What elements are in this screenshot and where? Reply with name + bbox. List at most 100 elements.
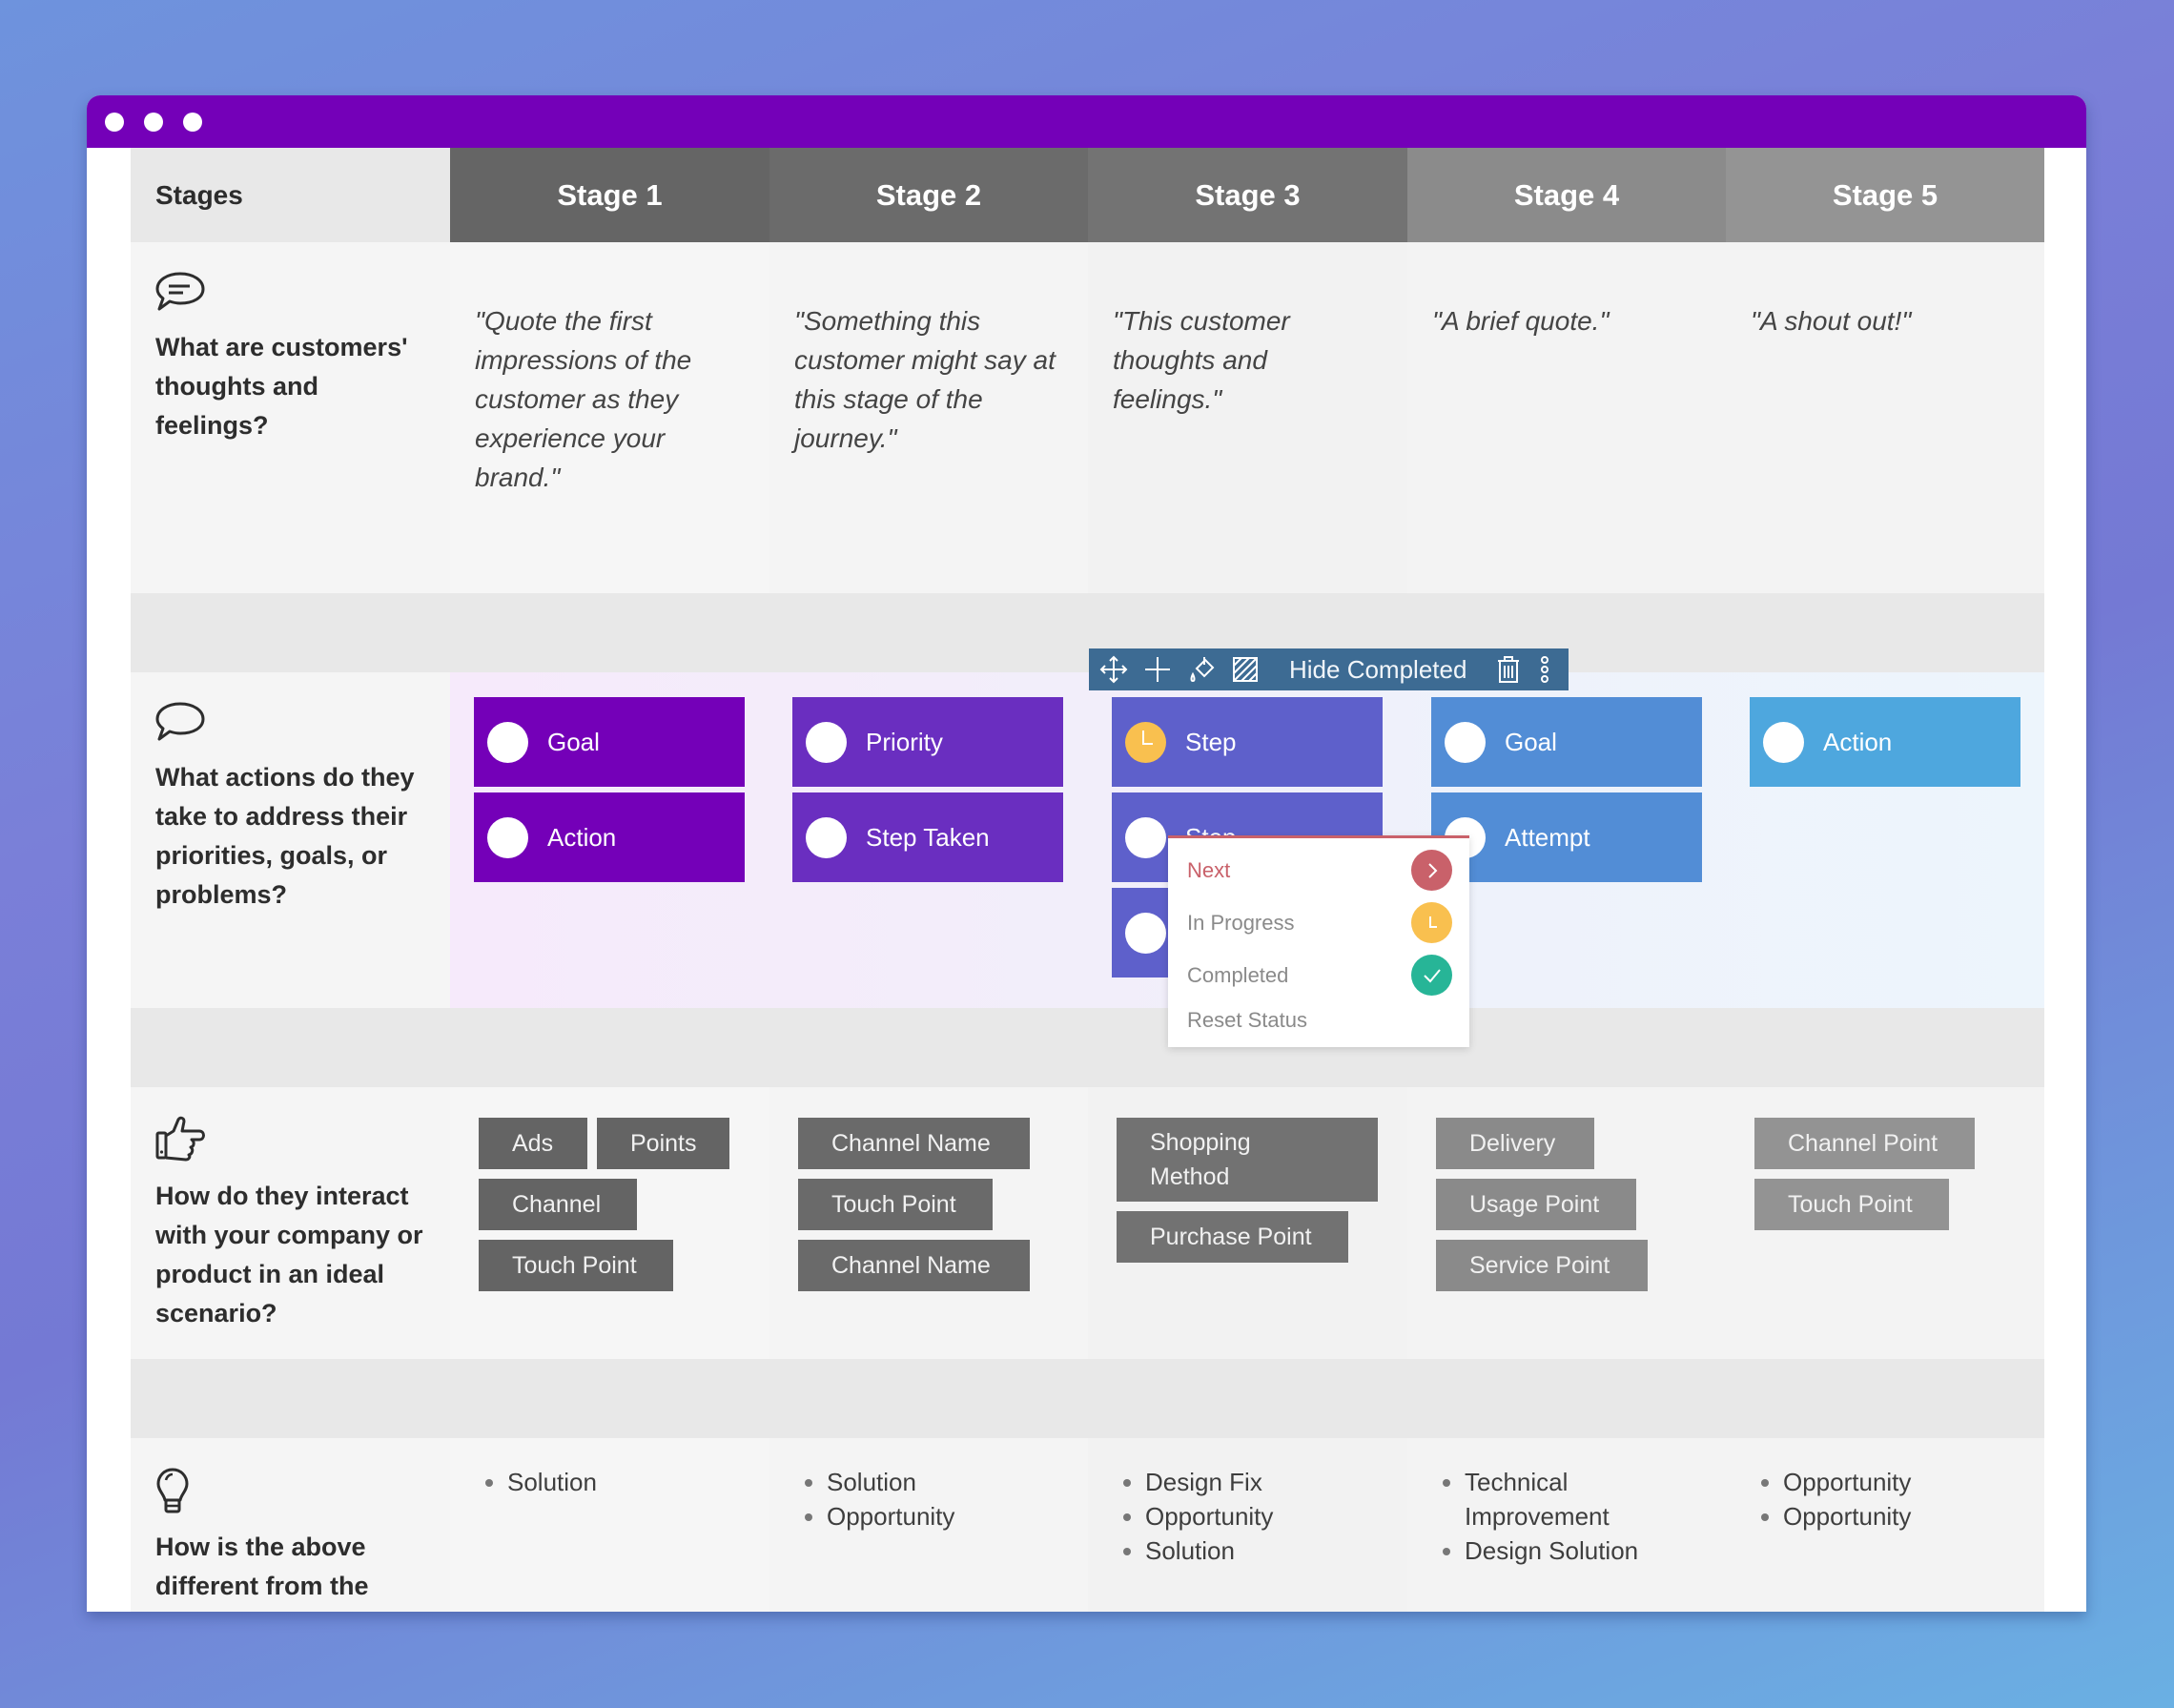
row-divider [131,593,2044,672]
touchpoint-tag[interactable]: Channel Point [1754,1118,1975,1169]
status-circle-icon[interactable] [487,721,528,763]
differences-cell-3: Design Fix Opportunity Solution [1088,1438,1407,1612]
touchpoint-tag[interactable]: Channel [479,1179,637,1230]
move-icon[interactable] [1095,650,1133,689]
status-circle-icon[interactable] [1125,816,1166,858]
row-question: How is the above different from the [155,1533,369,1600]
difference-item[interactable]: Opportunity [1761,1499,2044,1533]
stage-header-5[interactable]: Stage 5 [1726,148,2044,242]
touchpoint-tag[interactable]: Touch Point [479,1240,673,1291]
row-divider [131,1008,2044,1087]
menu-item-label: Completed [1187,962,1289,987]
row-question: How do they interact with your company o… [155,1182,423,1327]
action-card[interactable]: Goal [1431,697,1702,787]
add-icon[interactable] [1138,650,1177,689]
window-dot-1[interactable] [105,113,124,132]
row-label-interactions: How do they interact with your company o… [131,1087,450,1359]
trash-icon[interactable] [1489,650,1528,689]
quote-stage-2[interactable]: "Something this customer might say at th… [769,242,1088,593]
hand-pointing-icon [155,1116,205,1162]
speech-bubble-icon [155,702,205,741]
card-label: Attempt [1505,822,1590,852]
differences-cell-4: Technical Improvement Design Solution [1407,1438,1726,1612]
difference-item[interactable]: Opportunity [805,1499,1088,1533]
row-label-thoughts: What are customers' thoughts and feeling… [131,242,450,593]
differences-cell-2: Solution Opportunity [769,1438,1088,1612]
stage-header-4[interactable]: Stage 4 [1407,148,1726,242]
menu-item-label: In Progress [1187,910,1295,935]
row-divider [131,1359,2044,1438]
hide-completed-button[interactable]: Hide Completed [1289,655,1466,685]
card-toolbar: Hide Completed [1089,648,1569,690]
menu-item-in-progress[interactable]: In Progress [1187,896,1452,949]
stage-header-1[interactable]: Stage 1 [450,148,769,242]
status-circle-icon[interactable] [806,721,847,763]
action-card[interactable]: Step Taken [792,792,1063,882]
touchpoint-tag[interactable]: Ads [479,1118,587,1169]
window-titlebar [87,95,2086,148]
touchpoint-tag[interactable]: Purchase Point [1117,1211,1348,1263]
pattern-fill-icon[interactable] [1226,650,1264,689]
chevron-right-icon [1411,850,1452,891]
touchpoint-tag[interactable]: Service Point [1436,1240,1648,1291]
action-card[interactable]: Action [1750,697,2020,787]
touchpoint-tag[interactable]: Channel Name [798,1240,1030,1291]
difference-item[interactable]: Design Fix [1123,1465,1407,1499]
differences-cell-1: Solution [450,1438,769,1612]
touchpoint-tag[interactable]: Touch Point [798,1179,993,1230]
touchpoint-tag[interactable]: Channel Name [798,1118,1030,1169]
card-label: Priority [866,727,943,756]
status-circle-icon[interactable] [1445,721,1486,763]
status-circle-icon[interactable] [1763,721,1804,763]
menu-item-next[interactable]: Next [1187,844,1452,896]
journey-map-table: Stages Stage 1 Stage 2 Stage 3 Stage 4 S… [131,148,2044,1612]
menu-item-reset-status[interactable]: Reset Status [1187,994,1452,1046]
speech-bubble-lines-icon [155,272,205,311]
window-dot-3[interactable] [183,113,202,132]
quote-stage-4[interactable]: "A brief quote." [1407,242,1726,593]
paint-bucket-icon[interactable] [1182,650,1220,689]
status-dropdown-menu: Next In Progress Completed Reset Status [1168,835,1469,1047]
difference-item[interactable]: Solution [485,1465,769,1499]
action-card[interactable]: Priority [792,697,1063,787]
clock-icon [1411,902,1452,943]
card-label: Step Taken [866,822,990,852]
more-vertical-icon[interactable] [1533,650,1556,689]
touchpoint-tag[interactable]: Shopping Method [1117,1118,1378,1202]
quote-stage-1[interactable]: "Quote the first impressions of the cust… [450,242,769,593]
menu-item-label: Next [1187,857,1231,882]
row-question: What are customers' thoughts and feeling… [155,333,408,440]
card-label: Goal [1505,727,1557,756]
status-circle-icon[interactable] [1125,912,1166,954]
difference-item[interactable]: Opportunity [1123,1499,1407,1533]
action-card[interactable]: Action [474,792,745,882]
stage-header-3[interactable]: Stage 3 [1088,148,1407,242]
quote-stage-3[interactable]: "This customer thoughts and feelings." [1088,242,1407,593]
touchpoint-tag[interactable]: Delivery [1436,1118,1594,1169]
action-card[interactable]: Attempt [1431,792,1702,882]
row-label-differences: How is the above different from the [131,1438,450,1612]
difference-item[interactable]: Solution [805,1465,1088,1499]
touchpoint-tag[interactable]: Points [597,1118,729,1169]
card-label: Action [547,822,617,852]
stage-header-2[interactable]: Stage 2 [769,148,1088,242]
difference-item[interactable]: Opportunity [1761,1465,2044,1499]
touchpoint-tag[interactable]: Touch Point [1754,1179,1949,1230]
card-label: Action [1823,727,1893,756]
difference-item[interactable]: Design Solution [1443,1533,1669,1568]
window-dot-2[interactable] [144,113,163,132]
touchpoint-tag[interactable]: Usage Point [1436,1179,1636,1230]
action-card-selected[interactable]: Step [1112,697,1383,787]
row-label-actions: What actions do they take to address the… [131,672,450,1008]
difference-item[interactable]: Technical Improvement [1443,1465,1669,1533]
app-window: Stages Stage 1 Stage 2 Stage 3 Stage 4 S… [87,95,2086,1612]
action-card[interactable]: Goal [474,697,745,787]
stages-header-label: Stages [131,148,450,242]
quote-stage-5[interactable]: "A shout out!" [1726,242,2044,593]
lightbulb-icon [156,1468,189,1513]
check-icon [1411,955,1452,996]
status-circle-icon[interactable] [487,816,528,858]
difference-item[interactable]: Solution [1123,1533,1407,1568]
in-progress-clock-icon[interactable] [1125,721,1166,763]
status-circle-icon[interactable] [806,816,847,858]
